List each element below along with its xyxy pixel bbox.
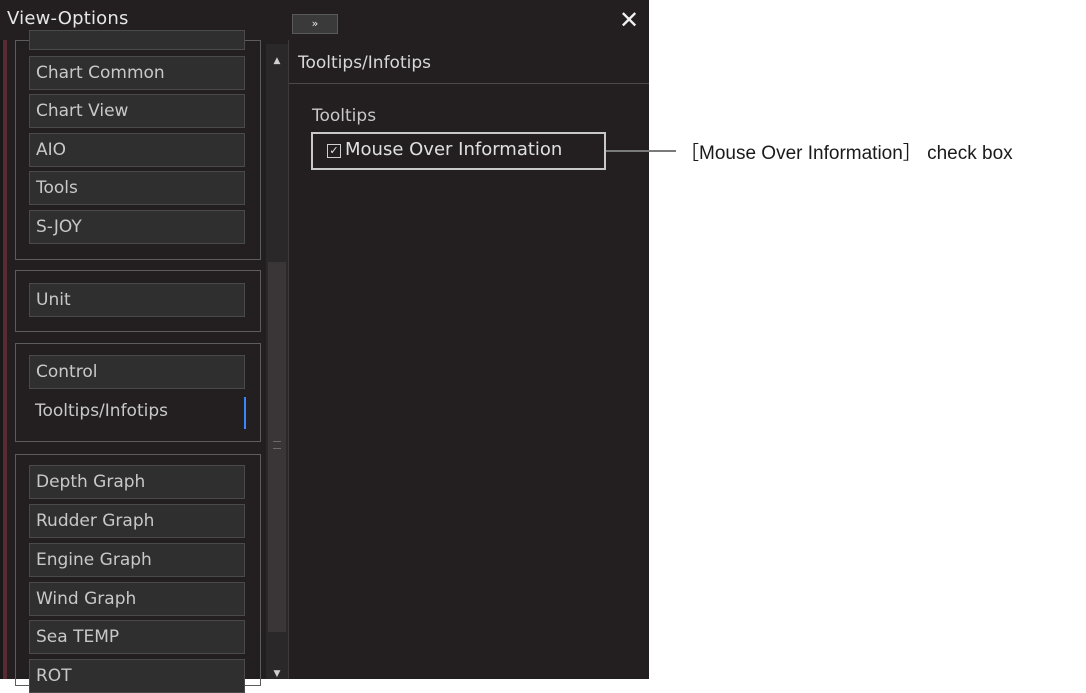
sidebar-item-control[interactable]: Control (29, 355, 245, 389)
panel-divider (288, 40, 289, 679)
section-heading-tooltips: Tooltips (312, 106, 377, 126)
scroll-up-icon[interactable]: ▲ (268, 52, 286, 70)
sidebar-item-wind-graph[interactable]: Wind Graph (29, 582, 245, 616)
sidebar-item-tools[interactable]: Tools (29, 171, 245, 205)
sidebar-item-unit[interactable]: Unit (29, 283, 245, 317)
selection-indicator (244, 397, 246, 429)
mouse-over-information-checkbox[interactable]: ✓ (327, 144, 341, 158)
expand-button[interactable]: » (292, 14, 338, 34)
scrollbar-grip-icon (273, 441, 281, 449)
window-left-edge-inner (0, 40, 3, 679)
callout-leader-line (606, 150, 676, 152)
sidebar-item-hidden[interactable] (29, 30, 245, 50)
close-icon[interactable]: ✕ (616, 7, 642, 33)
window-title: View-Options (7, 8, 129, 29)
sidebar-item-rudder-graph[interactable]: Rudder Graph (29, 504, 245, 538)
sidebar-item-sea-temp[interactable]: Sea TEMP (29, 620, 245, 654)
callout-text: ［Mouse Over Information］ check box (680, 143, 1013, 164)
panel-title: Tooltips/Infotips (298, 53, 431, 73)
sidebar-item-rot[interactable]: ROT (29, 659, 245, 693)
sidebar-item-engine-graph[interactable]: Engine Graph (29, 543, 245, 577)
sidebar-item-aio[interactable]: AIO (29, 133, 245, 167)
panel-title-divider (289, 83, 649, 84)
scroll-down-icon[interactable]: ▼ (268, 665, 286, 683)
sidebar-item-chart-view[interactable]: Chart View (29, 94, 245, 128)
sidebar-item-chart-common[interactable]: Chart Common (29, 56, 245, 90)
mouse-over-information-label[interactable]: Mouse Over Information (345, 139, 562, 160)
sidebar-item-tooltips-infotips[interactable]: Tooltips/Infotips (29, 395, 245, 429)
sidebar-item-s-joy[interactable]: S-JOY (29, 210, 245, 244)
sidebar-item-depth-graph[interactable]: Depth Graph (29, 465, 245, 499)
view-options-window: View-Options » ✕ Chart Common Chart View… (0, 0, 649, 693)
